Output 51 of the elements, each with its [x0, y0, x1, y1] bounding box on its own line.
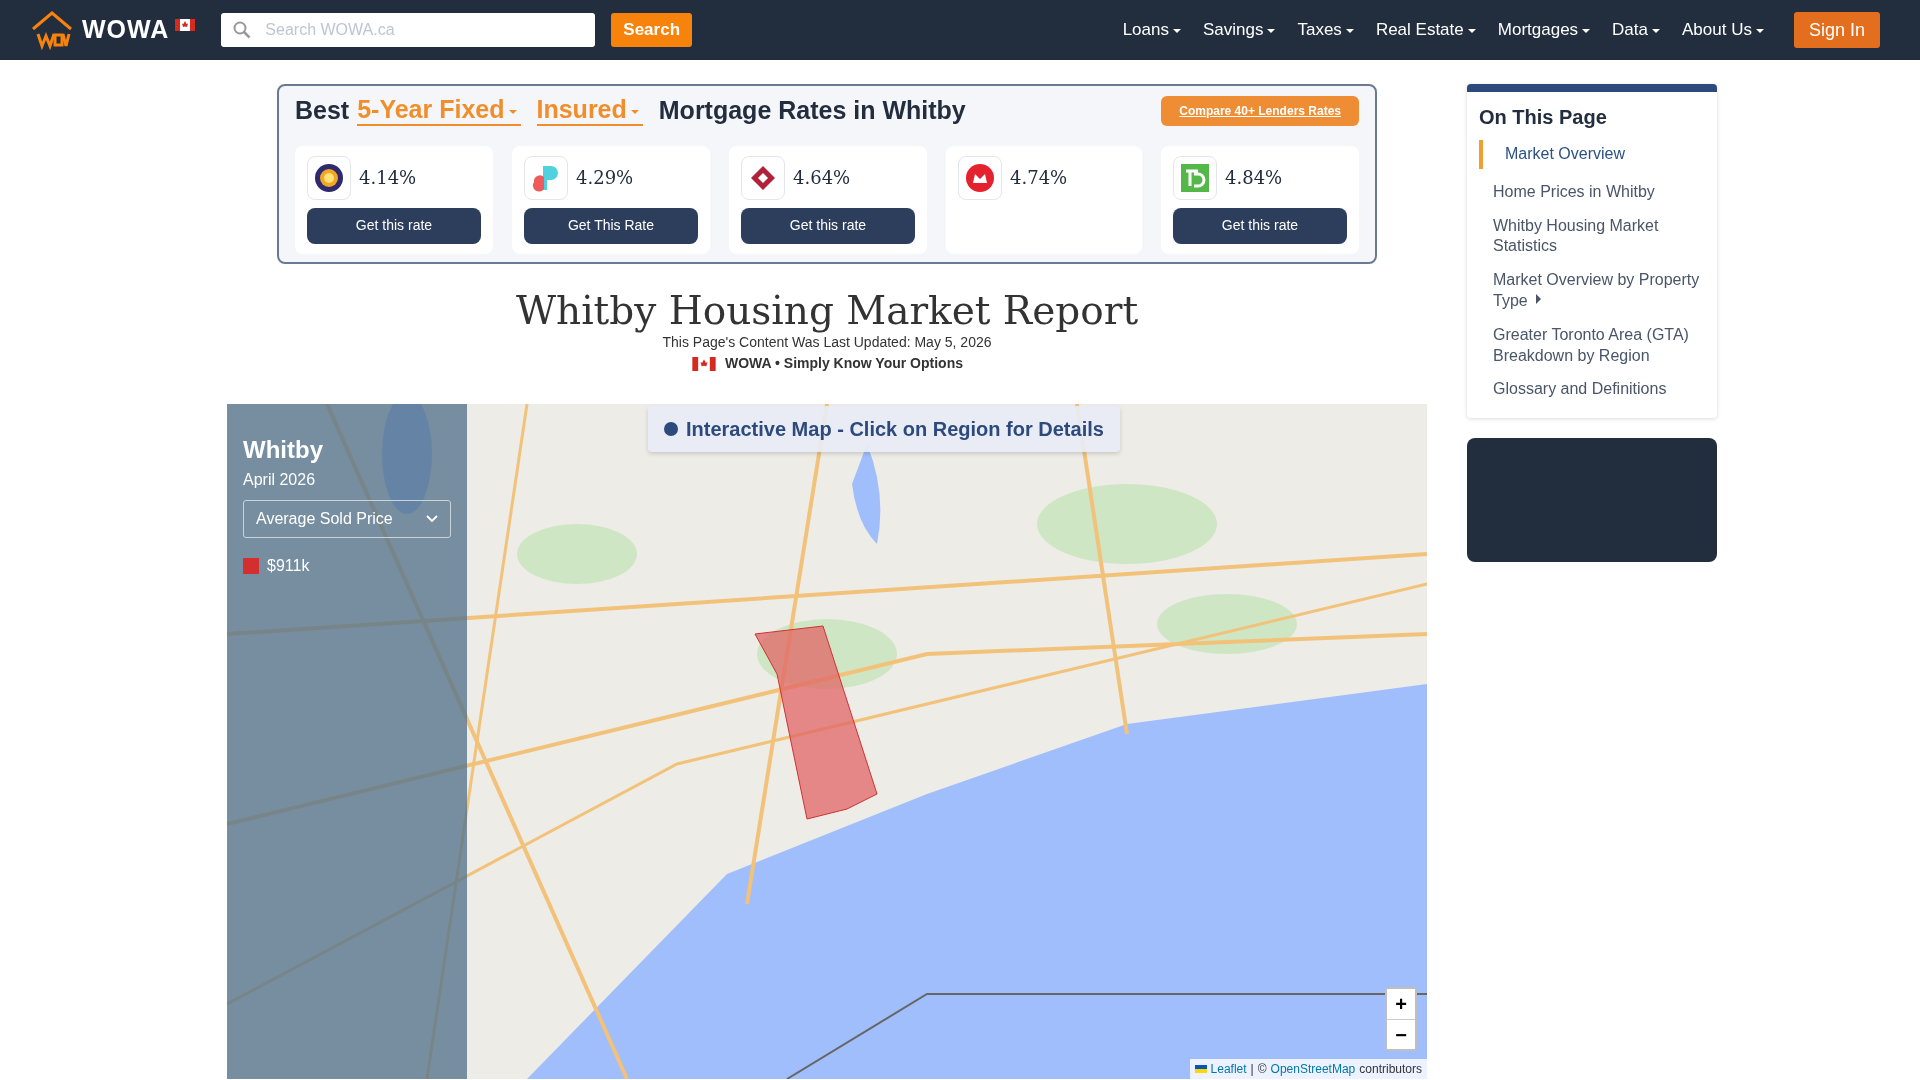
toc-link[interactable]: Glossary and Definitions — [1479, 379, 1705, 401]
flag-icon — [175, 19, 196, 31]
toc-link[interactable]: Greater Toronto Area (GTA) Breakdown by Region — [1479, 324, 1705, 367]
updated-text: This Page's Content Was Last Updated: May 5, 2026 — [661, 333, 993, 353]
metric-label: Average Sold Price — [256, 509, 393, 530]
rate-value: 4.64% — [793, 166, 851, 190]
ring-logo-icon — [314, 162, 344, 193]
rate-value: 4.74% — [1010, 166, 1068, 190]
search-field[interactable]: Search WOWA.ca — [221, 13, 596, 47]
get-rate-button[interactable]: Get This Rate — [524, 207, 698, 244]
attribution-text: contributors — [1359, 1061, 1422, 1079]
rate-value: 4.29% — [576, 166, 634, 190]
osm-link[interactable]: OpenStreetMap — [1270, 1060, 1356, 1079]
toc-link[interactable]: Market Overview — [1479, 140, 1705, 169]
nav-menu[interactable]: Data — [1612, 17, 1660, 43]
heading-text: Best — [295, 95, 350, 126]
get-rate-button[interactable]: Get this rate — [1173, 207, 1347, 244]
separator-text: | — [1250, 1061, 1254, 1079]
flag-icon — [1194, 1065, 1207, 1074]
legend-label: $911k — [267, 556, 310, 577]
toc-title: On This Page — [1479, 105, 1608, 130]
leaflet-link[interactable]: Leaflet — [1194, 1060, 1247, 1079]
page-title: Whitby Housing Market Report — [514, 289, 1140, 333]
circle-logo-icon — [965, 162, 995, 193]
period-text: April 2026 — [243, 470, 317, 491]
rate-value: 4.14% — [359, 166, 417, 190]
rate-value: 4.84% — [1225, 166, 1283, 190]
house-logo-icon[interactable] — [30, 10, 74, 50]
tagline: WOWA • Simply Know Your Options — [725, 354, 963, 374]
get-rate-button[interactable]: Get this rate — [307, 207, 481, 244]
toc-link[interactable]: Market Overview by Property Type — [1479, 270, 1705, 312]
leaflet-text: Leaflet — [1210, 1061, 1247, 1079]
toc-link[interactable]: Home Prices in Whitby — [1479, 181, 1705, 203]
nav-menu[interactable]: Mortgages — [1497, 17, 1591, 43]
chevron-down-icon — [426, 515, 438, 524]
map-banner-text: Interactive Map - Click on Region for Details — [686, 417, 1104, 443]
toc-link[interactable]: Whitby Housing Market Statistics — [1479, 215, 1705, 258]
square-logo-icon — [1180, 162, 1210, 193]
zoom-out-button[interactable]: − — [1387, 1019, 1415, 1050]
copyright-text: © — [1257, 1061, 1267, 1079]
brand-name[interactable]: WOWA — [82, 11, 170, 49]
flag-icon — [691, 356, 717, 371]
dot-icon — [664, 422, 678, 437]
region-name: Whitby — [243, 435, 324, 466]
heading-text: Mortgage Rates in Whitby — [658, 95, 966, 126]
nav-menu[interactable]: Real Estate — [1375, 17, 1476, 43]
nav-menu[interactable]: Loans — [1122, 17, 1181, 43]
get-rate-button[interactable]: Get this rate — [741, 207, 915, 244]
nav-menu[interactable]: Savings — [1202, 17, 1276, 43]
nav-menu[interactable]: About Us — [1682, 17, 1764, 43]
nav-menu[interactable]: Taxes — [1297, 17, 1354, 43]
